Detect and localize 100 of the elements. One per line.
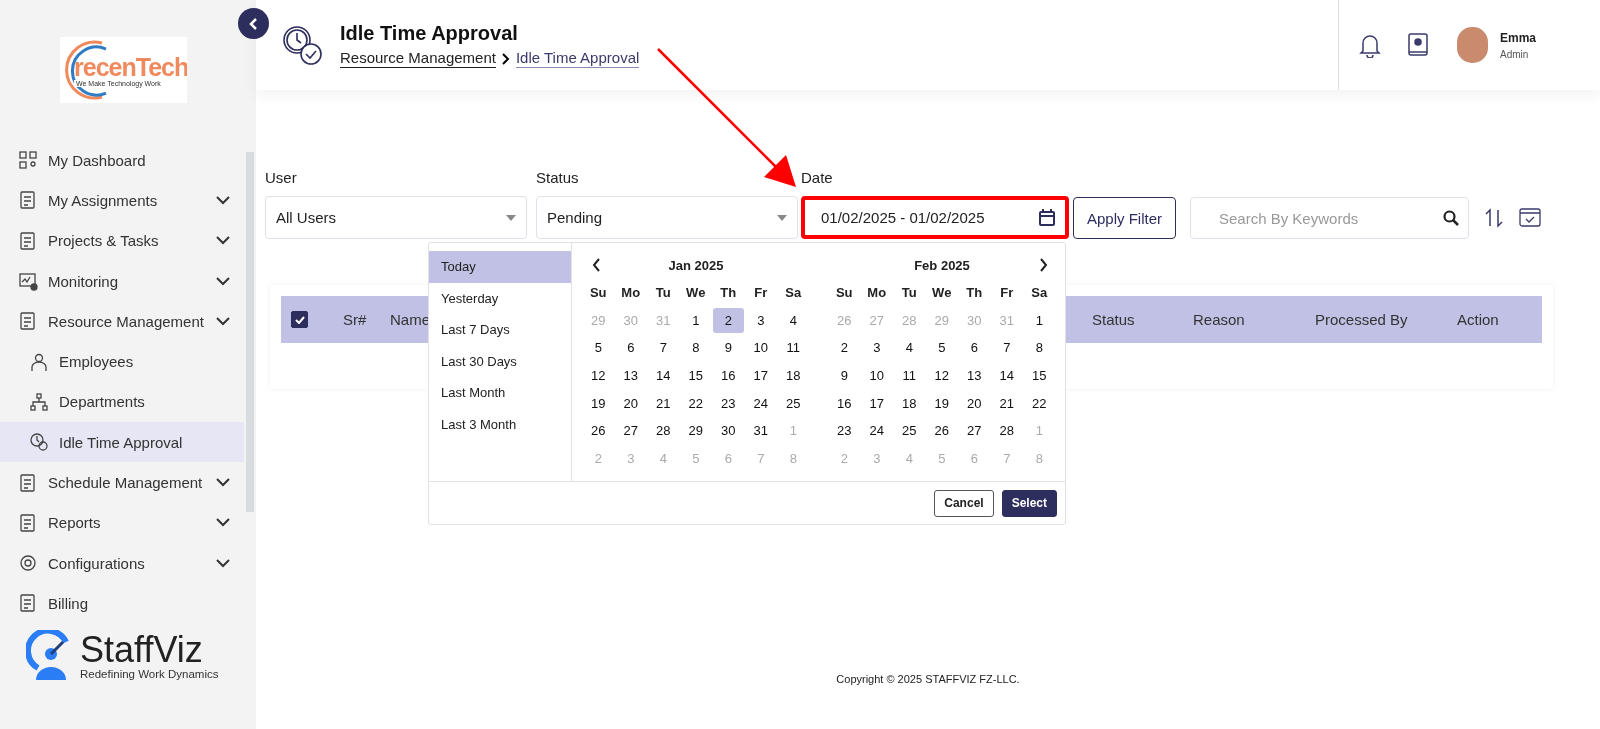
calendar-day[interactable]: 3: [745, 307, 776, 334]
column-header: Action: [1457, 311, 1499, 328]
calendar-day[interactable]: 2: [829, 335, 860, 361]
status-dropdown[interactable]: Pending: [536, 196, 798, 239]
calendar-day[interactable]: 26: [583, 417, 614, 444]
calendar-day[interactable]: 24: [861, 417, 892, 444]
calendar-day[interactable]: 20: [959, 390, 990, 416]
nav-item[interactable]: Projects & Tasks: [0, 220, 244, 261]
nav-item[interactable]: Configurations: [0, 542, 244, 584]
calendar-day[interactable]: 16: [713, 362, 744, 389]
nav-item[interactable]: Resource Management: [0, 301, 244, 342]
calendar-day[interactable]: 12: [583, 362, 614, 389]
user-dropdown[interactable]: All Users: [265, 196, 527, 239]
calendar-day[interactable]: 16: [829, 390, 860, 416]
previous-month-icon[interactable]: [592, 258, 601, 272]
date-range-field[interactable]: 01/02/2025 - 01/02/2025: [801, 196, 1069, 239]
calendar-day[interactable]: 23: [713, 390, 744, 416]
range-option[interactable]: Last 30 Days: [429, 345, 571, 377]
breadcrumb-link[interactable]: Resource Management: [340, 49, 496, 68]
calendar-day[interactable]: 26: [926, 417, 957, 444]
calendar-day[interactable]: 7: [991, 335, 1022, 361]
nav-item[interactable]: Schedule Management: [0, 462, 244, 503]
nav-item[interactable]: My Dashboard: [0, 140, 244, 181]
calendar-day[interactable]: 30: [713, 417, 744, 444]
range-option[interactable]: Last Month: [429, 377, 571, 409]
calendar-day[interactable]: 5: [583, 335, 614, 361]
calendar-day[interactable]: 3: [861, 335, 892, 361]
breadcrumb-link[interactable]: Idle Time Approval: [515, 49, 640, 68]
book-gear-icon[interactable]: [1407, 32, 1429, 58]
calendar-day[interactable]: 14: [648, 362, 679, 389]
calendar-day[interactable]: 1: [1024, 307, 1055, 334]
calendar-day[interactable]: 15: [680, 362, 711, 389]
calendar-day[interactable]: 21: [991, 390, 1022, 416]
calendar-day[interactable]: 28: [648, 417, 679, 444]
calendar-day[interactable]: 21: [648, 390, 679, 416]
avatar[interactable]: [1457, 27, 1488, 63]
notification-bell-icon[interactable]: [1359, 32, 1381, 58]
submenu-item[interactable]: Departments: [0, 381, 244, 423]
calendar-day[interactable]: 29: [680, 417, 711, 444]
nav-item[interactable]: Monitoring: [0, 260, 244, 302]
next-month-icon[interactable]: [1039, 258, 1048, 272]
calendar-day[interactable]: 10: [745, 335, 776, 361]
calendar-check-icon[interactable]: [1519, 206, 1541, 228]
calendar-day[interactable]: 12: [926, 362, 957, 389]
apply-filter-button[interactable]: Apply Filter: [1073, 197, 1176, 239]
calendar-day[interactable]: 9: [829, 362, 860, 389]
nav-item[interactable]: My Assignments: [0, 180, 244, 221]
calendar-day[interactable]: 11: [894, 362, 925, 389]
calendar-day[interactable]: 27: [959, 417, 990, 444]
calendar-day[interactable]: 8: [1024, 335, 1055, 361]
calendar-day[interactable]: 25: [778, 390, 809, 416]
calendar-day[interactable]: 8: [680, 335, 711, 361]
weekday-label: Th: [719, 284, 738, 303]
calendar-day[interactable]: 27: [615, 417, 646, 444]
nav-item[interactable]: Billing: [0, 583, 244, 624]
menu-icon: [29, 432, 49, 453]
cancel-button[interactable]: Cancel: [934, 489, 994, 517]
submenu-item[interactable]: Employees: [0, 341, 244, 382]
calendar-day[interactable]: 6: [615, 335, 646, 361]
calendar-day[interactable]: 9: [713, 335, 744, 361]
calendar-day[interactable]: 11: [778, 335, 809, 361]
range-option[interactable]: Today: [429, 251, 571, 283]
range-option[interactable]: Last 7 Days: [429, 314, 571, 346]
calendar-day[interactable]: 18: [894, 390, 925, 416]
calendar-day[interactable]: 22: [1024, 390, 1055, 416]
calendar-day[interactable]: 28: [991, 417, 1022, 444]
calendar-day[interactable]: 31: [745, 417, 776, 444]
caret-icon: [506, 214, 516, 221]
calendar-day[interactable]: 22: [680, 390, 711, 416]
calendar-day[interactable]: 10: [861, 362, 892, 389]
calendar-day[interactable]: 20: [615, 390, 646, 416]
weekday-label: Th: [965, 284, 984, 303]
range-option[interactable]: Yesterday: [429, 282, 571, 314]
calendar-day[interactable]: 23: [829, 417, 860, 444]
scrollbar[interactable]: [246, 152, 254, 512]
calendar-day[interactable]: 7: [648, 335, 679, 361]
calendar-day[interactable]: 4: [778, 307, 809, 334]
calendar-day[interactable]: 24: [745, 390, 776, 416]
range-option[interactable]: Last 3 Month: [429, 408, 571, 440]
calendar-day[interactable]: 15: [1024, 362, 1055, 389]
calendar-day[interactable]: 4: [894, 335, 925, 361]
calendar-day[interactable]: 19: [926, 390, 957, 416]
search-field[interactable]: Search By Keywords: [1190, 197, 1469, 239]
submenu-item[interactable]: Idle Time Approval: [0, 422, 244, 463]
calendar-day[interactable]: 19: [583, 390, 614, 416]
calendar-day[interactable]: 6: [959, 335, 990, 361]
calendar-day[interactable]: 13: [615, 362, 646, 389]
calendar-day[interactable]: 14: [991, 362, 1022, 389]
calendar-day[interactable]: 13: [959, 362, 990, 389]
select-button[interactable]: Select: [1001, 489, 1057, 517]
nav-item[interactable]: Reports: [0, 502, 244, 543]
calendar-day[interactable]: 1: [680, 307, 711, 334]
calendar-day[interactable]: 25: [894, 417, 925, 444]
calendar-day[interactable]: 18: [778, 362, 809, 389]
select-all-checkbox[interactable]: [291, 311, 308, 328]
calendar-day[interactable]: 5: [926, 335, 957, 361]
calendar-day[interactable]: 17: [861, 390, 892, 416]
calendar-day[interactable]: 17: [745, 362, 776, 389]
sort-icon[interactable]: [1485, 208, 1503, 228]
calendar-day[interactable]: 2: [713, 307, 744, 334]
